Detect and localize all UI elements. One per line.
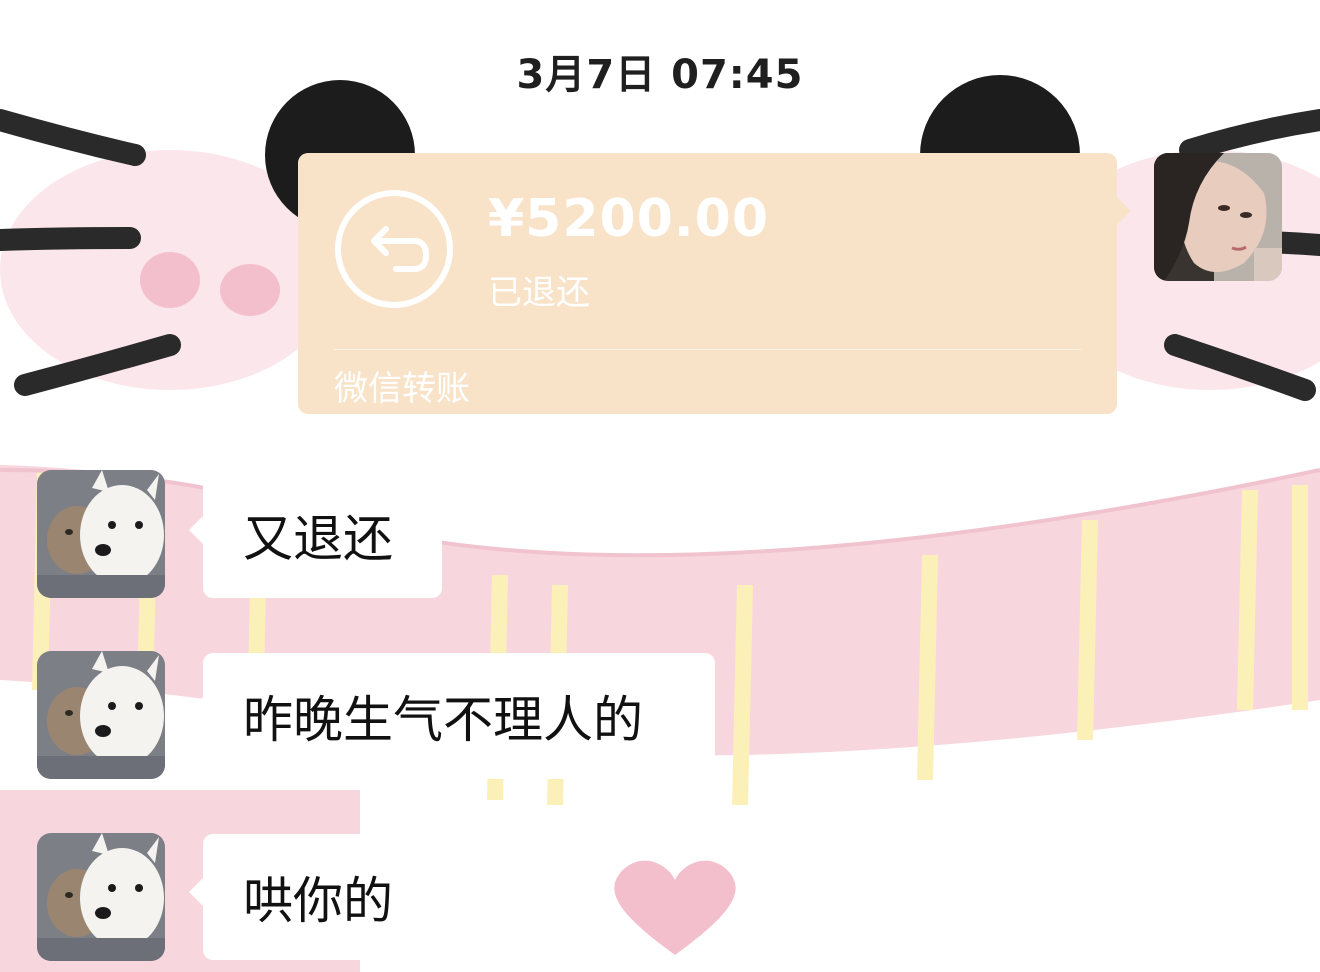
message-text: 哄你的 <box>243 872 393 930</box>
transfer-card[interactable]: ¥5200.00 已退还 微信转账 <box>298 153 1131 414</box>
contact-avatar[interactable] <box>37 651 165 779</box>
contact-avatar[interactable] <box>37 470 165 598</box>
contact-avatar[interactable] <box>37 833 165 961</box>
message-timestamp: 3月7日 07:45 <box>516 52 804 98</box>
my-avatar[interactable] <box>1154 153 1282 281</box>
incoming-message[interactable]: 又退还 <box>189 472 442 598</box>
transfer-footer-label: 微信转账 <box>334 369 470 409</box>
incoming-message[interactable]: 昨晚生气不理人的 <box>189 653 715 779</box>
transfer-status: 已退还 <box>488 273 590 313</box>
message-text: 又退还 <box>243 510 393 568</box>
chat-wallpaper <box>0 75 1320 972</box>
card-divider <box>334 349 1081 350</box>
bubble-tail <box>1117 197 1131 225</box>
message-text: 昨晚生气不理人的 <box>243 691 643 749</box>
transfer-amount: ¥5200.00 <box>488 189 770 249</box>
return-arrow-icon <box>335 190 453 308</box>
incoming-message[interactable]: 哄你的 <box>189 834 442 960</box>
